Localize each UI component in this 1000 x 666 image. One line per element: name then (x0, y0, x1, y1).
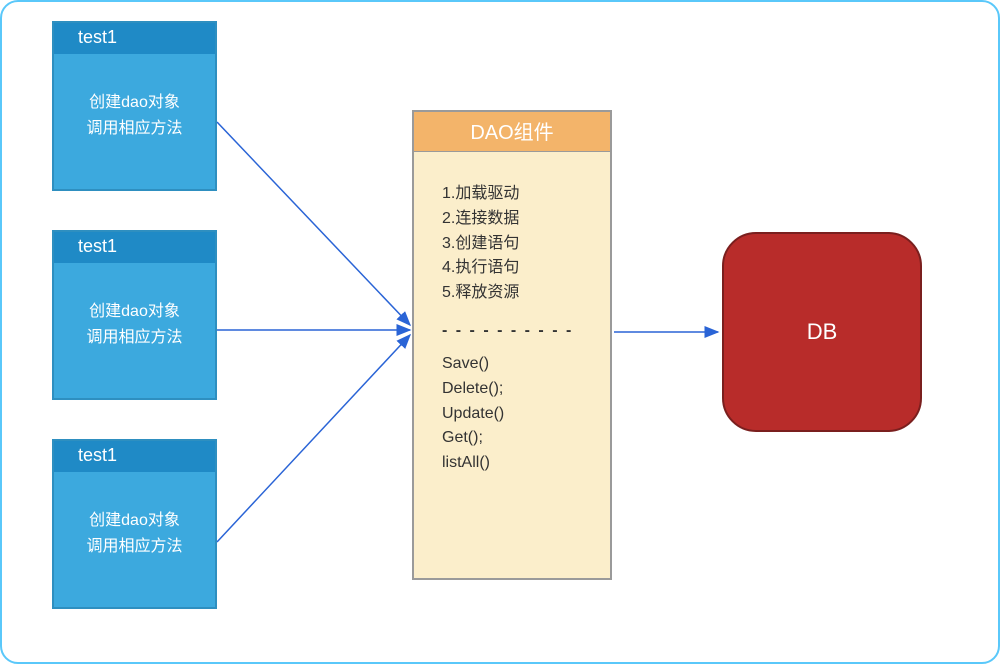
dao-method: listAll() (442, 451, 592, 476)
test-box-body: 创建dao对象 调用相应方法 (54, 299, 215, 350)
dao-methods: Save() Delete(); Update() Get(); listAll… (442, 352, 592, 476)
dao-step: 3.创建语句 (442, 232, 592, 257)
dao-header: DAO组件 (414, 112, 610, 152)
dao-step: 4.执行语句 (442, 256, 592, 281)
test-box-body: 创建dao对象 调用相应方法 (54, 90, 215, 141)
dao-step: 5.释放资源 (442, 281, 592, 306)
test-box-header: test1 (54, 232, 215, 263)
dao-method: Get(); (442, 426, 592, 451)
test-line2: 调用相应方法 (54, 534, 215, 560)
test-box-body: 创建dao对象 调用相应方法 (54, 508, 215, 559)
dao-component: DAO组件 1.加载驱动 2.连接数据 3.创建语句 4.执行语句 5.释放资源… (412, 110, 612, 580)
dao-step: 1.加载驱动 (442, 182, 592, 207)
test-line1: 创建dao对象 (54, 508, 215, 534)
dao-step: 2.连接数据 (442, 207, 592, 232)
test-line2: 调用相应方法 (54, 116, 215, 142)
dao-divider: - - - - - - - - - - (442, 322, 592, 340)
dao-method: Update() (442, 402, 592, 427)
test-line1: 创建dao对象 (54, 90, 215, 116)
test-box-3: test1 创建dao对象 调用相应方法 (52, 439, 217, 609)
db-label: DB (807, 319, 838, 345)
dao-method: Delete(); (442, 377, 592, 402)
test-box-1: test1 创建dao对象 调用相应方法 (52, 21, 217, 191)
db-node: DB (722, 232, 922, 432)
test-box-header: test1 (54, 441, 215, 472)
dao-steps: 1.加载驱动 2.连接数据 3.创建语句 4.执行语句 5.释放资源 (442, 182, 592, 306)
test-box-header: test1 (54, 23, 215, 54)
test-box-2: test1 创建dao对象 调用相应方法 (52, 230, 217, 400)
dao-body: 1.加载驱动 2.连接数据 3.创建语句 4.执行语句 5.释放资源 - - -… (414, 152, 610, 476)
test-line1: 创建dao对象 (54, 299, 215, 325)
diagram-canvas: test1 创建dao对象 调用相应方法 test1 创建dao对象 调用相应方… (0, 0, 1000, 664)
dao-method: Save() (442, 352, 592, 377)
test-line2: 调用相应方法 (54, 325, 215, 351)
